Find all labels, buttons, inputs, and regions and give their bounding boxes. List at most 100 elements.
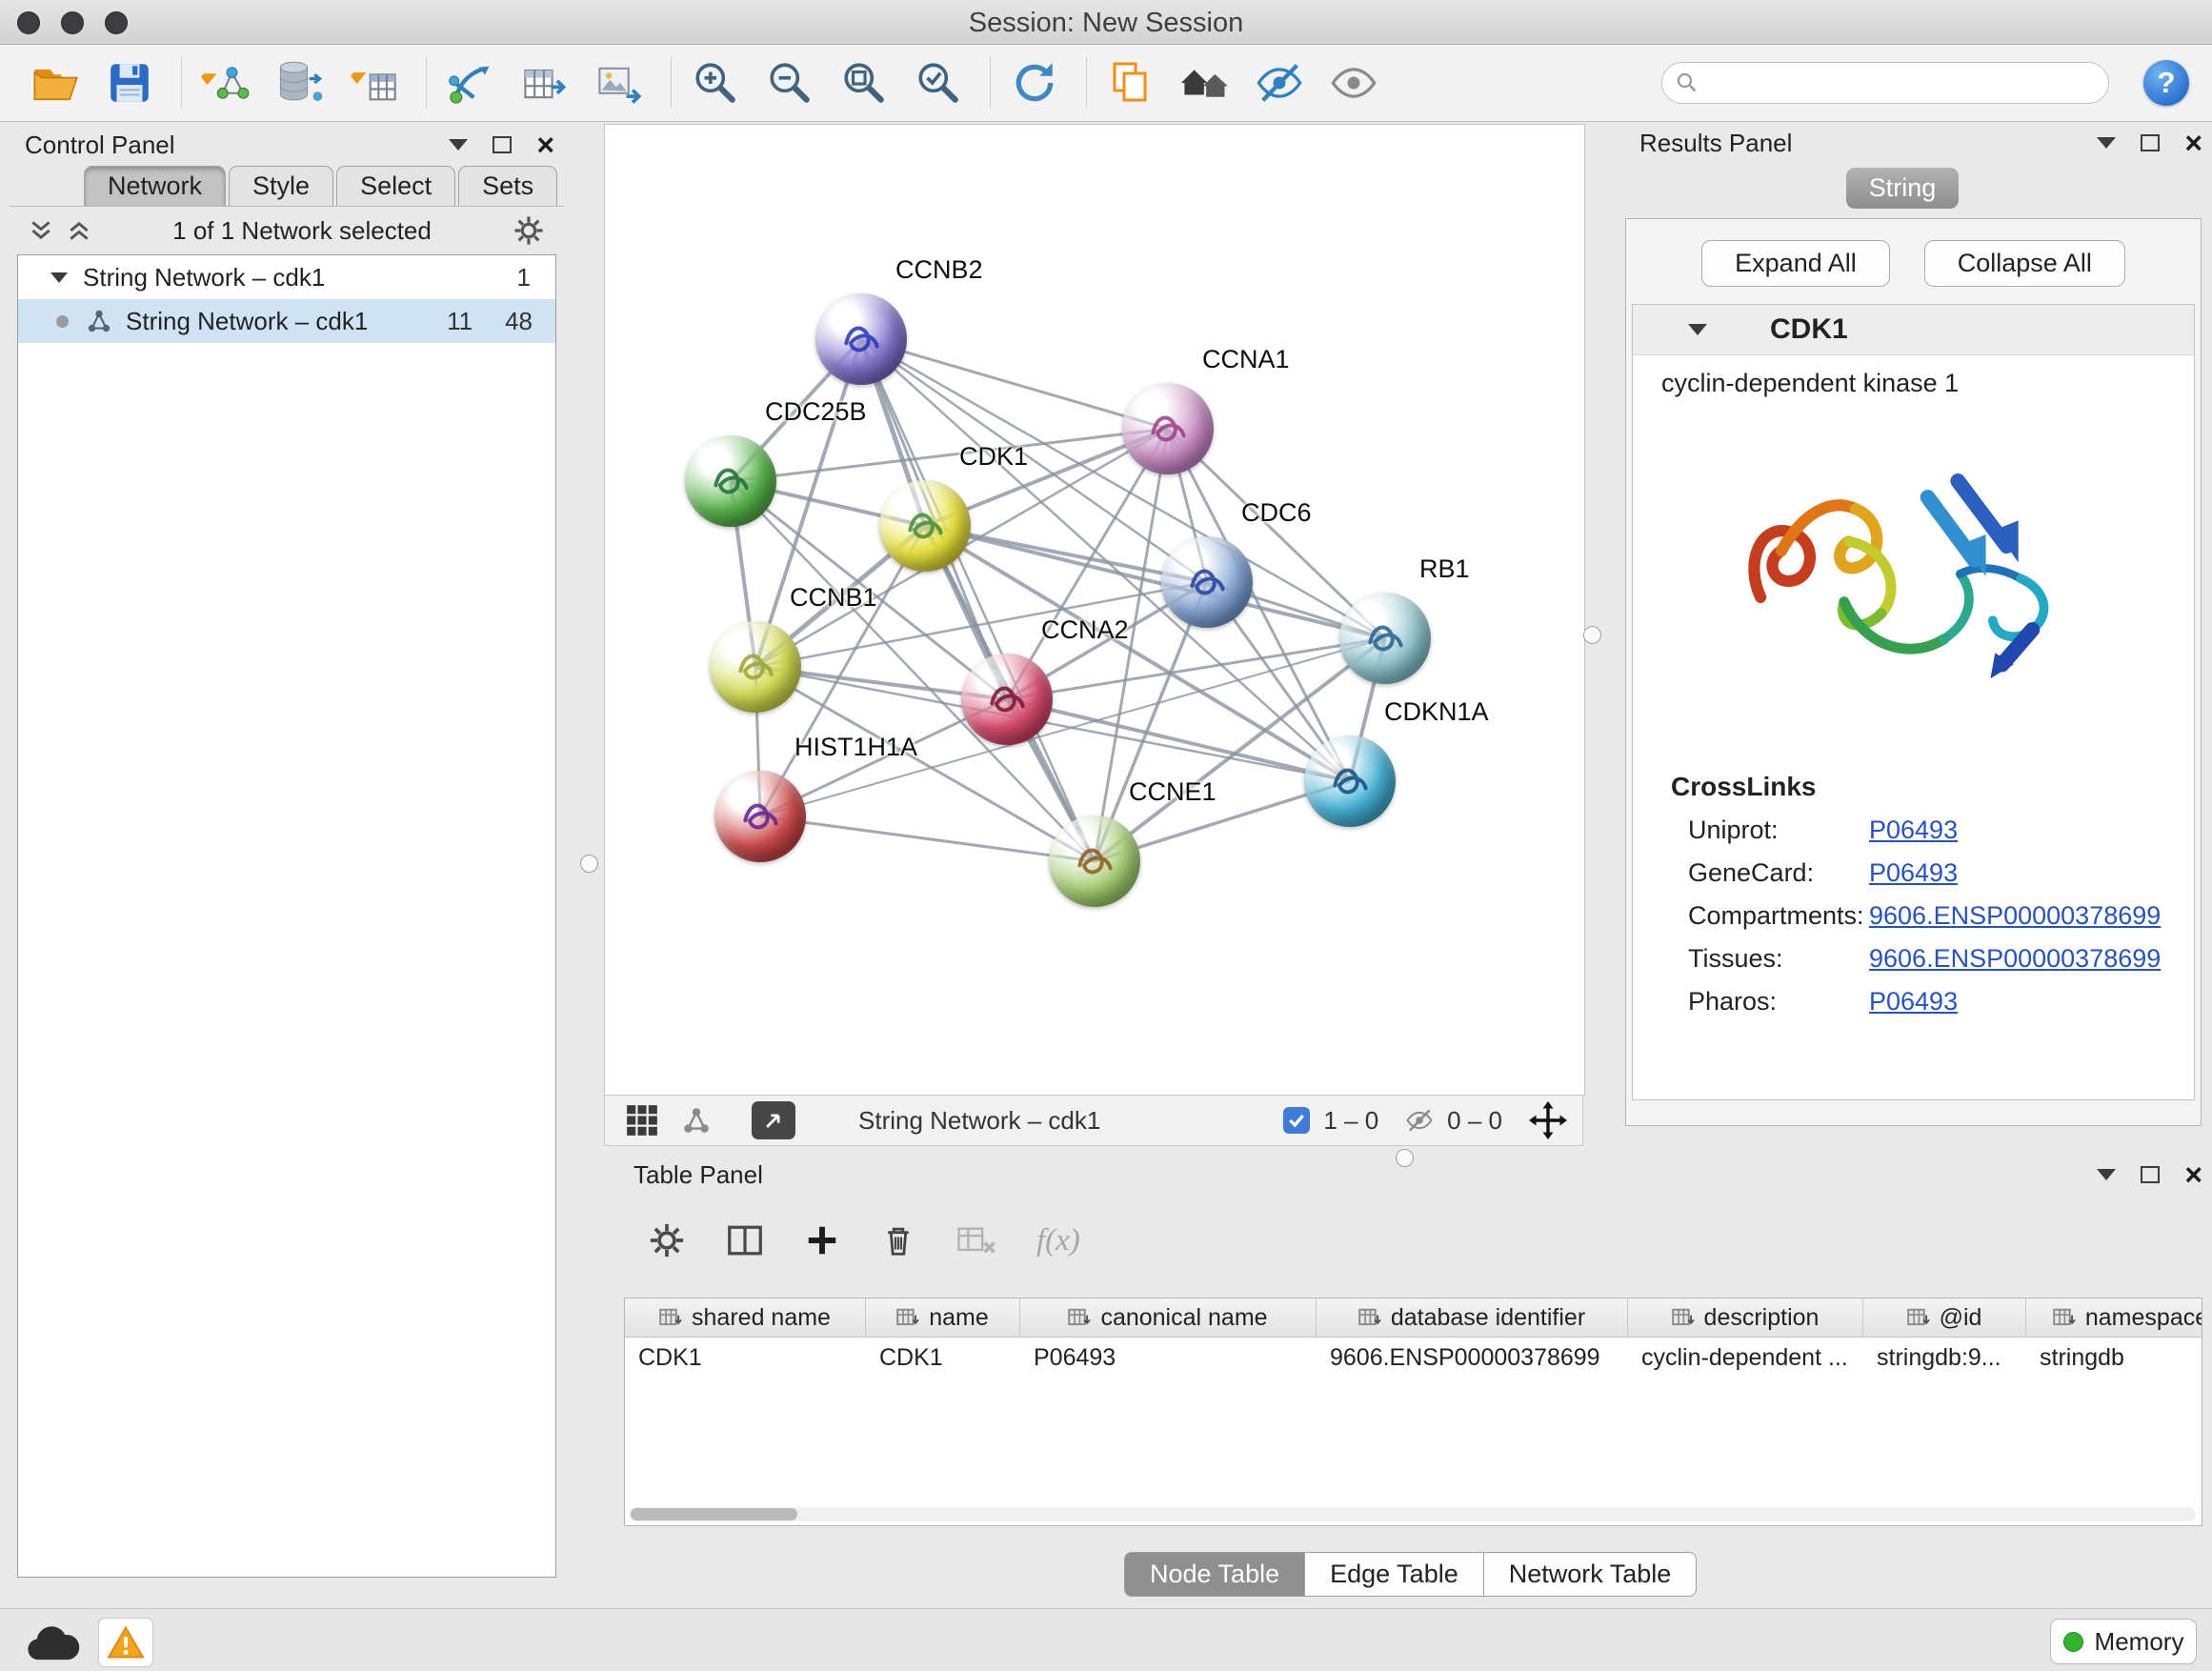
splitter-handle[interactable] [580, 855, 598, 873]
crosslink-link[interactable]: 9606.ENSP00000378699 [1869, 944, 2161, 974]
import-network-database-button[interactable] [271, 53, 329, 112]
close-panel-button[interactable]: × [2184, 128, 2202, 158]
search-input[interactable] [1708, 68, 2095, 99]
collection-expand-icon[interactable] [50, 272, 68, 283]
network-node-hist1h1a[interactable] [714, 771, 806, 862]
clone-network-button[interactable] [1102, 53, 1159, 112]
warnings-button[interactable] [98, 1618, 153, 1667]
memory-button[interactable]: Memory [2050, 1619, 2197, 1664]
save-session-button[interactable] [101, 53, 158, 112]
delete-column-icon[interactable] [956, 1223, 996, 1258]
zoom-selected-button[interactable] [910, 53, 967, 112]
export-network-button[interactable] [516, 53, 573, 112]
network-edge[interactable] [755, 339, 861, 667]
network-collection-row[interactable]: String Network – cdk1 1 [18, 255, 555, 299]
network-canvas[interactable]: CCNB2CCNA1CDC25BCDK1CDC6RB1CCNB1CCNA2CDK… [604, 124, 1585, 1096]
network-node-rb1[interactable] [1339, 593, 1431, 684]
tab-node-table[interactable]: Node Table [1124, 1552, 1305, 1597]
gear-icon[interactable] [648, 1221, 686, 1259]
column-header-shared-name[interactable]: shared name [625, 1299, 866, 1337]
export-image-button[interactable] [591, 53, 648, 112]
hide-selected-button[interactable] [1251, 53, 1308, 112]
panel-menu-button[interactable] [449, 139, 468, 151]
network-node-ccna2[interactable] [961, 654, 1053, 745]
table-cell[interactable]: CDK1 [625, 1338, 866, 1378]
network-node-ccna1[interactable] [1122, 383, 1214, 474]
table-cell[interactable]: 9606.ENSP00000378699 [1317, 1338, 1628, 1378]
cloud-icon[interactable] [23, 1621, 82, 1664]
open-in-new-window-button[interactable] [752, 1101, 795, 1139]
zoom-fit-button[interactable] [835, 53, 893, 112]
gear-icon[interactable] [513, 214, 545, 247]
tab-select[interactable]: Select [336, 166, 455, 206]
first-neighbors-button[interactable] [442, 53, 499, 112]
nodes-checkbox[interactable] [1283, 1107, 1310, 1134]
network-edge[interactable] [755, 667, 1350, 781]
network-edge[interactable] [861, 339, 1095, 861]
protein-section-header[interactable]: CDK1 [1633, 305, 2194, 355]
column-header-database-identifier[interactable]: database identifier [1317, 1299, 1628, 1337]
network-node-ccnb2[interactable] [815, 293, 907, 385]
network-node-cdc25b[interactable] [685, 435, 776, 527]
section-expand-icon[interactable] [1688, 324, 1707, 335]
network-node-cdk1[interactable] [879, 480, 971, 572]
tab-network[interactable]: Network [84, 166, 226, 206]
scrollbar-thumb[interactable] [631, 1508, 797, 1520]
crosslink-link[interactable]: P06493 [1869, 987, 1958, 1017]
table-row[interactable]: CDK1CDK1P064939606.ENSP00000378699cyclin… [625, 1338, 2202, 1378]
pan-crosshair-icon[interactable] [1529, 1101, 1567, 1139]
refresh-button[interactable] [1006, 53, 1063, 112]
network-edge[interactable] [760, 816, 1095, 861]
crosslink-link[interactable]: P06493 [1869, 815, 1958, 845]
network-glyph-icon[interactable] [681, 1106, 712, 1135]
tab-string[interactable]: String [1846, 168, 1959, 209]
network-node-ccne1[interactable] [1049, 815, 1140, 907]
close-panel-button[interactable]: × [2184, 1159, 2202, 1190]
table-cell[interactable]: cyclin-dependent ... [1628, 1338, 1863, 1378]
float-panel-button[interactable] [2141, 1166, 2160, 1183]
open-session-button[interactable] [27, 53, 84, 112]
search-box[interactable] [1661, 62, 2109, 104]
float-panel-button[interactable] [2141, 134, 2160, 151]
splitter-handle[interactable] [1583, 626, 1601, 644]
splitter-handle[interactable] [1396, 1149, 1414, 1167]
table-cell[interactable]: P06493 [1020, 1338, 1317, 1378]
column-header-name[interactable]: name [866, 1299, 1020, 1337]
table-cell[interactable]: stringdb:9... [1863, 1338, 2026, 1378]
zoom-out-button[interactable] [761, 53, 818, 112]
columns-icon[interactable] [726, 1222, 764, 1258]
tab-network-table[interactable]: Network Table [1484, 1552, 1698, 1597]
network-node-cdc6[interactable] [1161, 536, 1253, 628]
panel-menu-button[interactable] [2097, 1169, 2116, 1180]
import-network-file-button[interactable] [197, 53, 254, 112]
table-cell[interactable]: CDK1 [866, 1338, 1020, 1378]
zoom-in-button[interactable] [687, 53, 744, 112]
function-builder-button[interactable]: f(x) [1036, 1223, 1080, 1258]
network-node-ccnb1[interactable] [710, 621, 801, 713]
collapse-all-button[interactable]: Collapse All [1924, 240, 2125, 287]
horizontal-scrollbar[interactable] [629, 1507, 2196, 1521]
import-table-button[interactable] [346, 53, 403, 112]
help-button[interactable]: ? [2143, 60, 2189, 106]
show-all-button[interactable] [1325, 53, 1382, 112]
tab-edge-table[interactable]: Edge Table [1305, 1552, 1484, 1597]
crosslink-link[interactable]: 9606.ENSP00000378699 [1869, 901, 2161, 931]
collapse-all-icon[interactable] [29, 218, 53, 243]
float-panel-button[interactable] [493, 136, 512, 153]
column-header--id[interactable]: @id [1863, 1299, 2026, 1337]
panel-menu-button[interactable] [2097, 137, 2116, 149]
table-cell[interactable]: stringdb [2026, 1338, 2202, 1378]
network-edge[interactable] [861, 339, 1168, 429]
tab-style[interactable]: Style [229, 166, 333, 206]
column-header-canonical-name[interactable]: canonical name [1020, 1299, 1317, 1337]
tab-sets[interactable]: Sets [458, 166, 557, 206]
expand-all-button[interactable]: Expand All [1701, 240, 1890, 287]
trash-icon[interactable] [880, 1221, 916, 1259]
grid-view-icon[interactable] [626, 1104, 658, 1137]
column-header-namespace[interactable]: namespace [2026, 1299, 2202, 1337]
crosslink-link[interactable]: P06493 [1869, 858, 1958, 888]
home-button[interactable] [1176, 53, 1234, 112]
column-header-description[interactable]: description [1628, 1299, 1863, 1337]
network-row[interactable]: String Network – cdk1 11 48 [18, 299, 555, 343]
close-panel-button[interactable]: × [536, 130, 554, 160]
